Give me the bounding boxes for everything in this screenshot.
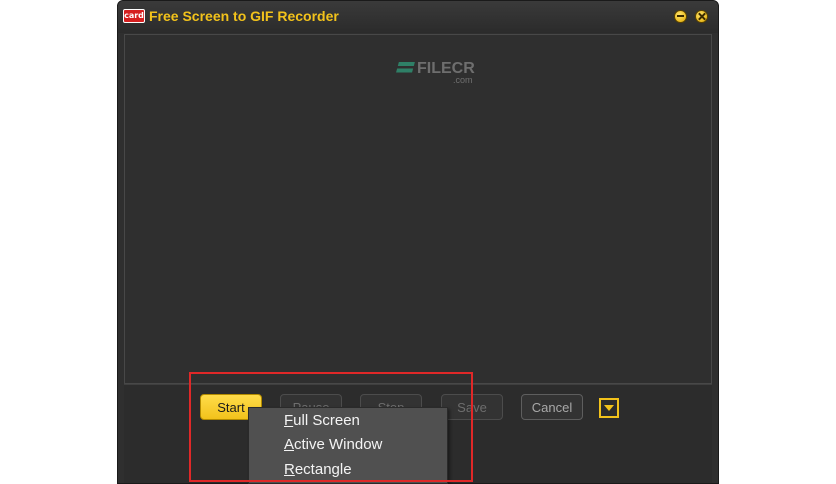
title-bar[interactable]: card Free Screen to GIF Recorder <box>118 1 718 33</box>
capture-mode-menu: Full Screen Active Window Rectangle <box>248 407 448 484</box>
menu-item-label: ectangle <box>294 461 352 478</box>
watermark-suffix: .com <box>453 75 473 85</box>
capture-mode-dropdown-button[interactable] <box>599 398 619 418</box>
menu-item-mnemonic: A <box>284 436 295 453</box>
close-button[interactable] <box>695 10 708 23</box>
menu-item-label: ull Screen <box>293 412 360 429</box>
watermark: FILECR .com <box>395 60 475 85</box>
menu-item-full-screen[interactable]: Full Screen <box>284 412 360 429</box>
window-title: Free Screen to GIF Recorder <box>149 8 339 24</box>
capture-preview-area: FILECR .com <box>124 34 712 384</box>
menu-item-mnemonic: R <box>284 461 295 478</box>
menu-item-rectangle[interactable]: Rectangle <box>284 461 352 478</box>
menu-item-active-window[interactable]: Active Window <box>284 436 382 453</box>
cancel-button[interactable]: Cancel <box>521 394 583 420</box>
save-button[interactable]: Save <box>441 394 503 420</box>
menu-item-label: ctive Window <box>294 436 383 453</box>
app-icon: card <box>123 9 145 23</box>
minimize-button[interactable] <box>674 10 687 23</box>
menu-item-mnemonic: F <box>284 412 294 429</box>
watermark-logo-icon <box>395 61 415 76</box>
